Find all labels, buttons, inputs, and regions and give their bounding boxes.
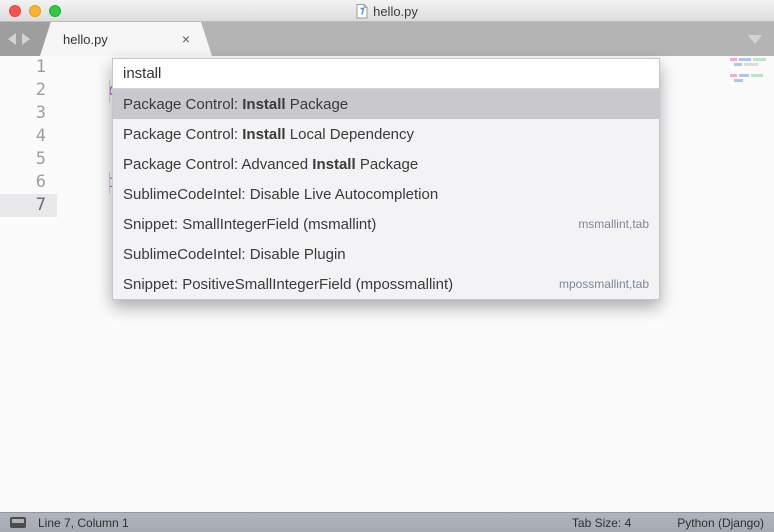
- palette-item-label: Package Control: Install Local Dependenc…: [123, 126, 649, 143]
- command-palette-input[interactable]: [113, 59, 659, 89]
- tab-overflow-icon[interactable]: [748, 35, 762, 44]
- palette-item-shortcut: msmallint,tab: [578, 217, 649, 231]
- command-palette-list: Package Control: Install Package Package …: [113, 89, 659, 299]
- palette-item[interactable]: SublimeCodeIntel: Disable Plugin: [113, 239, 659, 269]
- palette-item[interactable]: Package Control: Install Local Dependenc…: [113, 119, 659, 149]
- cursor-position: Line 7, Column 1: [38, 516, 129, 530]
- line-number: 2: [0, 79, 57, 102]
- palette-item[interactable]: Snippet: SmallIntegerField (msmallint)ms…: [113, 209, 659, 239]
- back-icon[interactable]: [8, 33, 16, 45]
- palette-item-label: SublimeCodeIntel: Disable Plugin: [123, 246, 649, 263]
- tab-size-indicator[interactable]: Tab Size: 4: [572, 516, 631, 530]
- line-number: 5: [0, 148, 57, 171]
- palette-item-label: Snippet: PositiveSmallIntegerField (mpos…: [123, 276, 559, 293]
- line-number: 1: [0, 56, 57, 79]
- line-number: 4: [0, 125, 57, 148]
- document-proxy-icon: [356, 4, 368, 19]
- palette-item-label: Snippet: SmallIntegerField (msmallint): [123, 216, 578, 233]
- tab-bar: hello.py ×: [0, 22, 774, 56]
- palette-item[interactable]: SublimeCodeIntel: Disable Live Autocompl…: [113, 179, 659, 209]
- tab-hello-py[interactable]: hello.py ×: [40, 22, 212, 56]
- palette-item-label: Package Control: Install Package: [123, 96, 649, 113]
- tab-label: hello.py: [63, 32, 108, 47]
- palette-item[interactable]: Snippet: PositiveSmallIntegerField (mpos…: [113, 269, 659, 299]
- title-bar: hello.py: [0, 0, 774, 22]
- palette-item-shortcut: mpossmallint,tab: [559, 277, 649, 291]
- palette-item[interactable]: Package Control: Advanced Install Packag…: [113, 149, 659, 179]
- line-number: 3: [0, 102, 57, 125]
- line-number: 7: [0, 194, 57, 217]
- syntax-indicator[interactable]: Python (Django): [677, 516, 764, 530]
- indent-guide: [109, 80, 110, 102]
- tab-close-icon[interactable]: ×: [182, 22, 190, 56]
- forward-icon[interactable]: [22, 33, 30, 45]
- window-title: hello.py: [373, 4, 418, 19]
- palette-item-label: SublimeCodeIntel: Disable Live Autocompl…: [123, 186, 649, 203]
- palette-item[interactable]: Package Control: Install Package: [113, 89, 659, 119]
- indent-guide: [109, 172, 110, 194]
- line-number-gutter: 1234567: [0, 56, 57, 512]
- palette-item-label: Package Control: Advanced Install Packag…: [123, 156, 649, 173]
- panel-switcher-icon[interactable]: [10, 517, 26, 528]
- status-bar: Line 7, Column 1 Tab Size: 4 Python (Dja…: [0, 512, 774, 532]
- minimap[interactable]: [722, 58, 770, 98]
- line-number: 6: [0, 171, 57, 194]
- command-palette: Package Control: Install Package Package …: [112, 58, 660, 300]
